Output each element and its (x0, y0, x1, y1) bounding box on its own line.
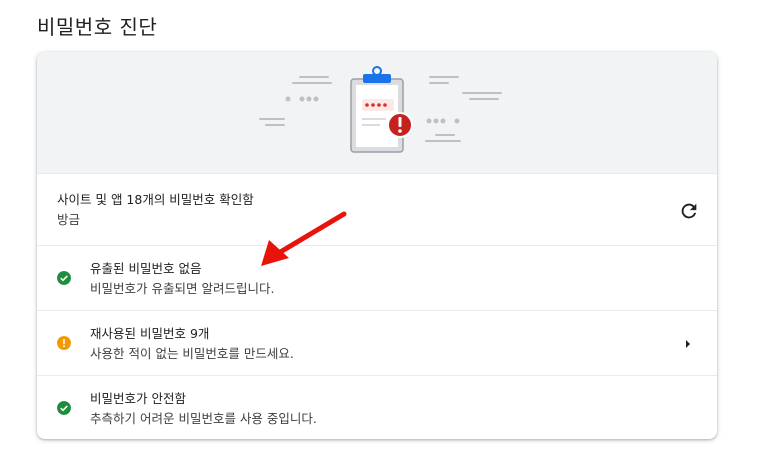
reused-title: 재사용된 비밀번호 9개 (90, 326, 210, 341)
weak-description: 추측하기 어려운 비밀번호를 사용 중입니다. (90, 411, 317, 426)
check-summary-row: 사이트 및 앱 18개의 비밀번호 확인함 방금 (37, 173, 717, 246)
reused-description: 사용한 적이 없는 비밀번호를 만드세요. (90, 346, 294, 361)
check-circle-icon (57, 271, 71, 285)
clipboard-alert-icon (259, 66, 502, 153)
check-circle-icon (57, 401, 71, 415)
reused-passwords-row[interactable]: 재사용된 비밀번호 9개 사용한 적이 없는 비밀번호를 만드세요. (37, 310, 717, 376)
red-arrow (261, 211, 347, 266)
leaked-title: 유출된 비밀번호 없음 (90, 261, 202, 276)
page-title: 비밀번호 진단 (37, 15, 158, 39)
leaked-passwords-row: 유출된 비밀번호 없음 비밀번호가 유출되면 알려드립니다. (37, 245, 717, 311)
leaked-description: 비밀번호가 유출되면 알려드립니다. (90, 281, 275, 296)
weak-title: 비밀번호가 안전함 (90, 391, 186, 406)
check-time-text: 방금 (57, 212, 81, 227)
check-summary-text: 사이트 및 앱 18개의 비밀번호 확인함 (57, 192, 254, 207)
weak-passwords-row: 비밀번호가 안전함 추측하기 어려운 비밀번호를 사용 중입니다. (37, 375, 717, 439)
warning-circle-icon (57, 336, 71, 350)
checkup-banner (37, 52, 717, 173)
refresh-icon[interactable] (678, 200, 700, 222)
password-checkup-card: 사이트 및 앱 18개의 비밀번호 확인함 방금 유출된 비밀번호 없음 비밀번… (37, 52, 717, 439)
chevron-right-icon[interactable] (683, 338, 693, 350)
